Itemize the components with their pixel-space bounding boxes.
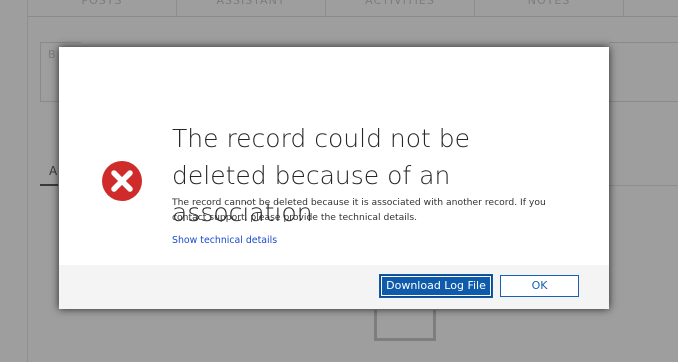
download-log-file-button[interactable]: Download Log File xyxy=(380,275,492,297)
background-subtab: A xyxy=(40,160,58,186)
background-tab-posts: POSTS xyxy=(28,0,177,16)
background-tab-bar: POSTS ASSISTANT ACTIVITIES NOTES xyxy=(28,0,678,17)
ok-button[interactable]: OK xyxy=(500,275,579,297)
background-field-label: B xyxy=(48,48,56,61)
dialog-footer: Download Log File OK xyxy=(59,265,609,309)
error-dialog: The record could not be deleted because … xyxy=(59,47,609,309)
background-tab-notes: NOTES xyxy=(475,0,624,16)
background-tab-activities: ACTIVITIES xyxy=(326,0,475,16)
background-tab-assistant: ASSISTANT xyxy=(177,0,326,16)
show-technical-details-link[interactable]: Show technical details xyxy=(172,235,277,246)
background-field-edge xyxy=(609,42,678,102)
background-left-bar xyxy=(0,0,28,362)
error-icon xyxy=(102,161,142,201)
dialog-message: The record cannot be deleted because it … xyxy=(172,197,546,223)
background-comment-bubble-icon xyxy=(374,310,436,341)
